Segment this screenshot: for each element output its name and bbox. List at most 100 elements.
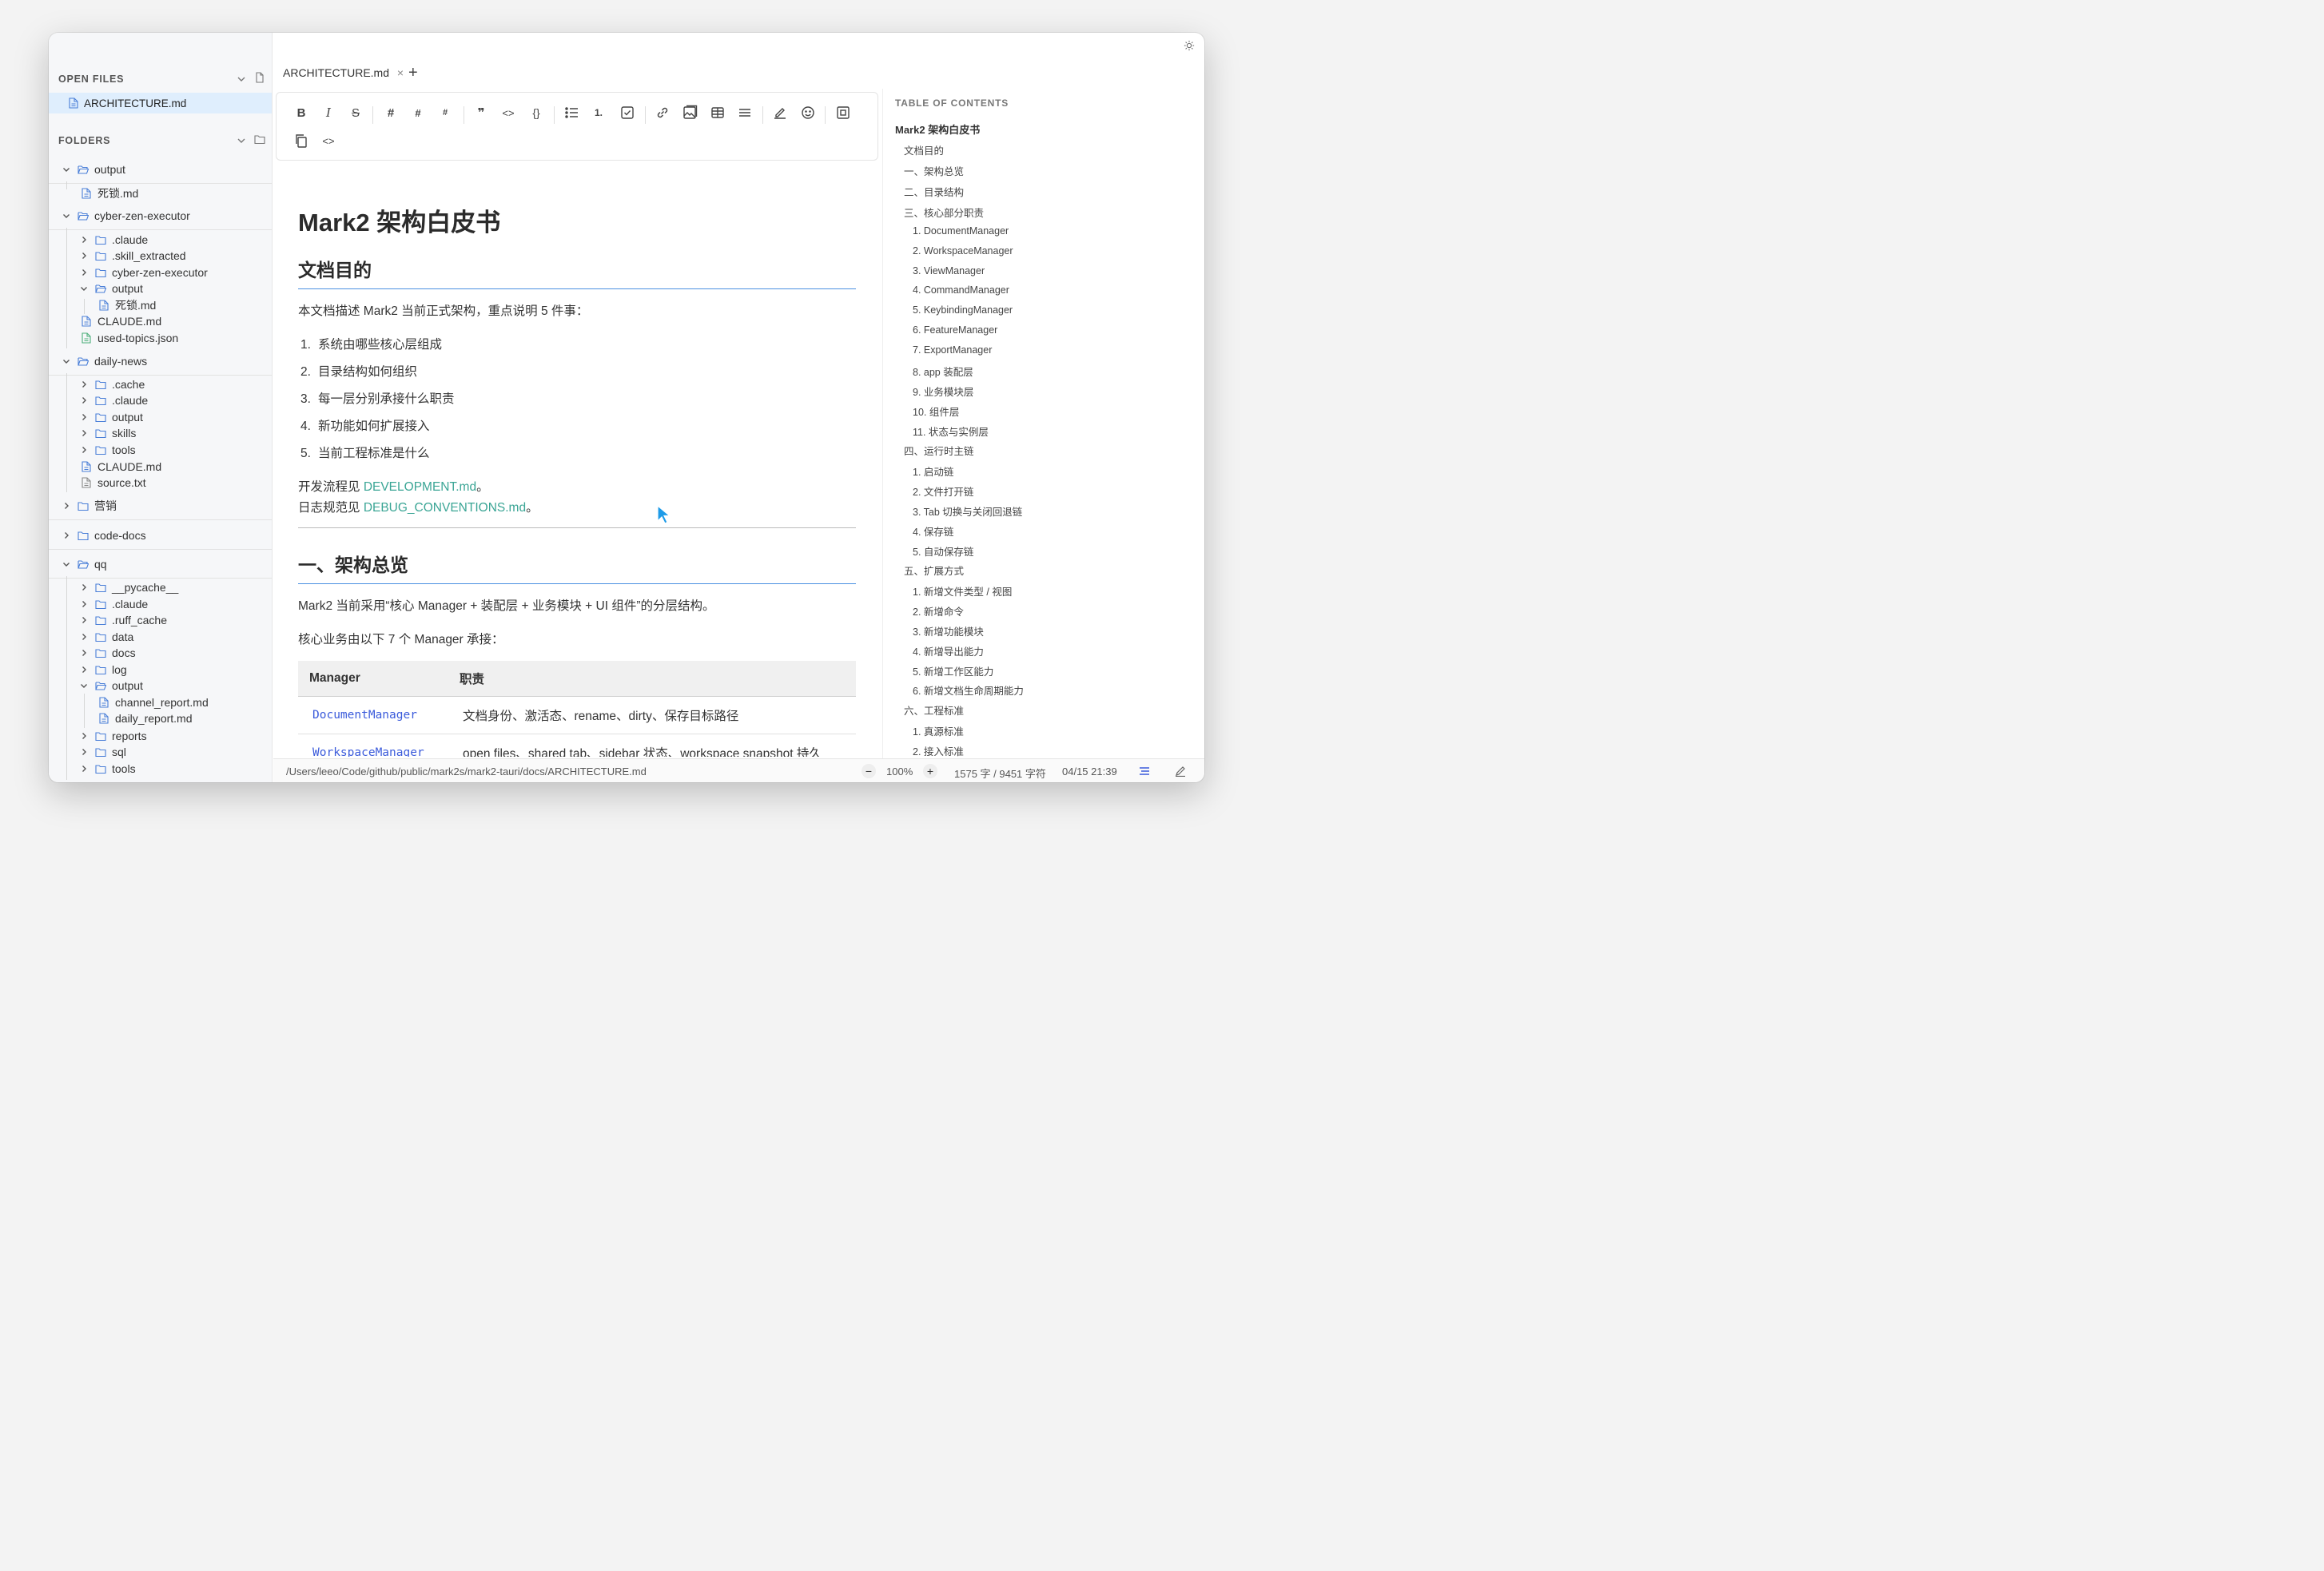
- chevron-right-icon[interactable]: [62, 531, 71, 540]
- toc-item[interactable]: 三、核心部分职责: [904, 205, 984, 220]
- toc-item[interactable]: 3. Tab 切换与关闭回退链: [913, 503, 1022, 519]
- tree-folder[interactable]: .claude: [79, 596, 148, 612]
- tree-folder[interactable]: output: [62, 161, 125, 177]
- toc-item[interactable]: 2. 文件打开链: [913, 483, 973, 499]
- chevron-right-icon[interactable]: [79, 615, 89, 625]
- chevron-right-icon[interactable]: [79, 648, 89, 658]
- tree-file[interactable]: source.txt: [81, 475, 146, 491]
- toc-item[interactable]: 2. WorkspaceManager: [913, 245, 1013, 257]
- chevron-right-icon[interactable]: [79, 445, 89, 455]
- toc-item[interactable]: 1. 新增文件类型 / 视图: [913, 583, 1012, 599]
- toc-item[interactable]: 六、工程标准: [904, 702, 964, 718]
- tree-folder[interactable]: .skill_extracted: [79, 248, 186, 264]
- new-file-icon[interactable]: [254, 72, 265, 83]
- heading3-button[interactable]: #: [437, 105, 453, 121]
- toc-item[interactable]: 四、运行时主链: [904, 443, 974, 458]
- tree-folder[interactable]: tools: [79, 442, 136, 458]
- toc-item[interactable]: 5. 新增工作区能力: [913, 663, 993, 678]
- chevron-right-icon[interactable]: [62, 501, 71, 511]
- toc-item[interactable]: 2. 新增命令: [913, 603, 964, 618]
- chevron-right-icon[interactable]: [79, 764, 89, 774]
- chevron-right-icon[interactable]: [79, 396, 89, 405]
- tree-folder[interactable]: .claude: [79, 232, 148, 248]
- tree-file[interactable]: CLAUDE.md: [81, 313, 161, 329]
- chevron-right-icon[interactable]: [79, 412, 89, 422]
- chevron-down-icon[interactable]: [236, 135, 247, 146]
- copy-icon[interactable]: [293, 133, 309, 149]
- tree-file[interactable]: 死锁.md: [81, 185, 138, 201]
- tree-file[interactable]: channel_report.md: [98, 694, 209, 710]
- chevron-right-icon[interactable]: [79, 251, 89, 261]
- toc-item[interactable]: 1. DocumentManager: [913, 225, 1009, 237]
- tree-folder[interactable]: skills: [79, 425, 136, 441]
- tree-folder[interactable]: output: [79, 280, 143, 296]
- ordered-list-button[interactable]: 1.: [591, 105, 607, 121]
- toc-item[interactable]: 4. 新增导出能力: [913, 643, 984, 658]
- toc-item[interactable]: 4. 保存链: [913, 523, 953, 539]
- open-file-item[interactable]: ARCHITECTURE.md: [49, 93, 272, 113]
- heading1-button[interactable]: #: [383, 105, 399, 121]
- tree-folder[interactable]: sql: [79, 744, 126, 760]
- toc-item[interactable]: Mark2 架构白皮书: [895, 121, 980, 137]
- zoom-in-button[interactable]: +: [923, 764, 937, 778]
- inline-code-button[interactable]: <>: [500, 105, 516, 121]
- toc-item[interactable]: 9. 业务模块层: [913, 384, 973, 399]
- chevron-down-icon[interactable]: [62, 211, 71, 221]
- chevron-right-icon[interactable]: [79, 268, 89, 277]
- italic-button[interactable]: I: [320, 105, 336, 121]
- toc-item[interactable]: 3. 新增功能模块: [913, 623, 984, 638]
- bullet-list-icon[interactable]: [563, 105, 579, 121]
- toc-item[interactable]: 1. 启动链: [913, 463, 953, 479]
- toc-item[interactable]: 二、目录结构: [904, 184, 964, 199]
- tree-folder[interactable]: output: [79, 678, 143, 694]
- tree-folder[interactable]: log: [79, 662, 127, 678]
- tree-folder[interactable]: daily-news: [62, 353, 147, 369]
- toc-item[interactable]: 7. ExportManager: [913, 344, 992, 356]
- toc-item[interactable]: 11. 状态与实例层: [913, 424, 989, 439]
- toc-item[interactable]: 5. KeybindingManager: [913, 304, 1013, 316]
- tree-folder[interactable]: qq: [62, 556, 107, 572]
- tree-folder[interactable]: code-docs: [62, 527, 146, 543]
- horizontal-rule-icon[interactable]: [737, 105, 753, 121]
- tree-file[interactable]: CLAUDE.md: [81, 459, 161, 475]
- toc-item[interactable]: 5. 自动保存链: [913, 543, 973, 559]
- tree-folder[interactable]: .cache: [79, 376, 145, 392]
- toc-item[interactable]: 10. 组件层: [913, 404, 959, 419]
- tree-file[interactable]: 死锁.md: [98, 297, 156, 313]
- tree-folder[interactable]: docs: [79, 645, 136, 661]
- chevron-down-icon[interactable]: [79, 681, 89, 690]
- chevron-down-icon[interactable]: [79, 284, 89, 293]
- code-block-button[interactable]: {}: [528, 105, 544, 121]
- tab-close-icon[interactable]: ×: [397, 66, 404, 79]
- tree-folder[interactable]: output: [79, 409, 143, 425]
- link-icon[interactable]: [655, 105, 671, 121]
- chevron-right-icon[interactable]: [79, 583, 89, 592]
- tree-folder[interactable]: cyber-zen-executor: [62, 208, 190, 224]
- chevron-right-icon[interactable]: [79, 428, 89, 438]
- toc-item[interactable]: 2. 接入标准: [913, 743, 964, 758]
- chevron-down-icon[interactable]: [62, 356, 71, 366]
- add-tab-button[interactable]: +: [408, 64, 418, 82]
- tree-folder[interactable]: tools: [79, 761, 136, 777]
- highlight-icon[interactable]: [772, 105, 788, 121]
- tree-folder[interactable]: cyber-zen-executor: [79, 264, 208, 280]
- theme-toggle-icon[interactable]: [1184, 40, 1195, 51]
- tree-folder[interactable]: reports: [79, 728, 147, 744]
- toc-item[interactable]: 一、架构总览: [904, 163, 964, 178]
- toc-toggle-icon[interactable]: [1139, 766, 1150, 776]
- toc-item[interactable]: 6. 新增文档生命周期能力: [913, 682, 1024, 698]
- tree-folder[interactable]: data: [79, 629, 133, 645]
- editor-content[interactable]: Mark2 架构白皮书 文档目的 本文档描述 Mark2 当前正式架构，重点说明…: [298, 193, 856, 757]
- focus-mode-icon[interactable]: [835, 105, 851, 121]
- tree-folder[interactable]: .claude: [79, 392, 148, 408]
- toc-item[interactable]: 3. ViewManager: [913, 265, 985, 276]
- heading2-button[interactable]: #: [410, 105, 426, 121]
- chevron-down-icon[interactable]: [236, 74, 247, 85]
- new-folder-icon[interactable]: [254, 133, 265, 145]
- chevron-right-icon[interactable]: [79, 747, 89, 757]
- task-list-icon[interactable]: [619, 105, 635, 121]
- chevron-right-icon[interactable]: [79, 632, 89, 642]
- tree-file[interactable]: used-topics.json: [81, 330, 178, 346]
- emoji-icon[interactable]: [800, 105, 816, 121]
- chevron-right-icon[interactable]: [79, 599, 89, 609]
